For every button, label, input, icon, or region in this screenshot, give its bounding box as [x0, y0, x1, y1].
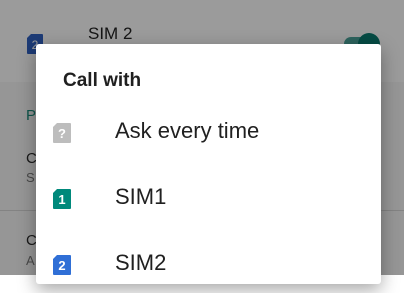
option-label: SIM2 [115, 250, 167, 275]
option-label: Ask every time [115, 118, 260, 143]
dialog-title: Call with [63, 70, 142, 91]
option-sim2[interactable]: 2 SIM2 [36, 235, 381, 293]
svg-text:?: ? [58, 126, 66, 141]
sim1-icon: 1 [53, 189, 71, 209]
svg-text:1: 1 [58, 192, 65, 207]
option-ask-every-time[interactable]: ? Ask every time [36, 103, 381, 161]
option-sim1[interactable]: 1 SIM1 [36, 169, 381, 227]
sim2-icon: 2 [53, 255, 71, 275]
question-sim-icon: ? [53, 123, 71, 143]
call-with-dialog: Call with ? Ask every time 1 SIM1 2 SIM2 [36, 44, 381, 284]
svg-text:2: 2 [58, 258, 65, 273]
option-label: SIM1 [115, 184, 167, 209]
